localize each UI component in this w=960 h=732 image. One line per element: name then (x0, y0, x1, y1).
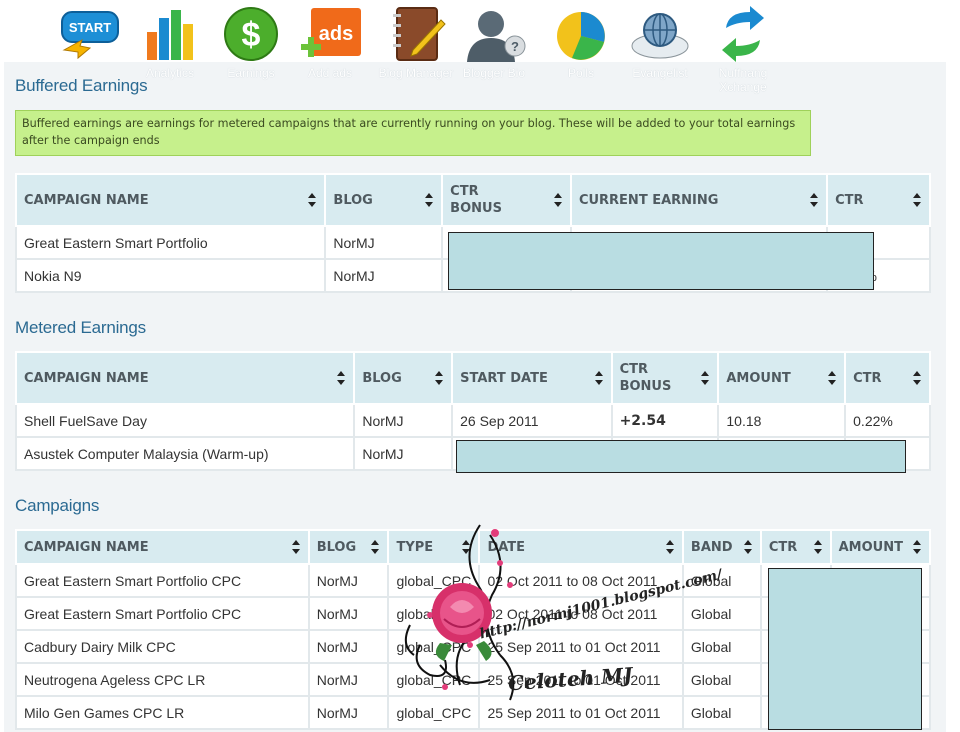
sort-icon[interactable] (810, 193, 819, 207)
nav-label: Blog Manager (378, 66, 454, 80)
nav-nuffnang-xchange[interactable]: Nuffnang Xchange (701, 6, 785, 102)
cell-campaign-name: Neutrogena Ageless CPC LR (15, 662, 310, 697)
cell-blog: NorMJ (307, 629, 390, 664)
col-band[interactable]: BAND (681, 529, 762, 565)
sort-icon[interactable] (291, 540, 300, 554)
col-amount[interactable]: AMOUNT (829, 529, 932, 565)
nav-earnings[interactable]: $ Earnings (209, 6, 293, 102)
sort-icon[interactable] (594, 371, 603, 385)
sort-icon[interactable] (813, 540, 822, 554)
cell-band: Global (681, 629, 762, 664)
col-campaign-name[interactable]: CAMPAIGN NAME (14, 351, 356, 405)
cell-blog: NorMJ (307, 563, 390, 598)
cell-campaign-name: Great Eastern Smart Portfolio (14, 225, 327, 260)
cell-blog: NorMJ (324, 258, 444, 293)
cell-start-date: 26 Sep 2011 (451, 403, 613, 438)
redaction-box (768, 568, 922, 730)
table-row: Shell FuelSave Day NorMJ 26 Sep 2011 +2.… (14, 403, 931, 438)
buffered-info-box: Buffered earnings are earnings for meter… (15, 110, 811, 156)
cell-blog: NorMJ (353, 436, 454, 471)
sort-icon[interactable] (337, 371, 346, 385)
nav-evangelist[interactable]: Evangelist (618, 6, 702, 102)
col-amount[interactable]: AMOUNT (717, 351, 847, 405)
cell-blog: NorMJ (307, 695, 390, 730)
redaction-box (448, 232, 874, 290)
col-ctr[interactable]: CTR (826, 173, 931, 227)
pie-chart-icon (557, 12, 605, 60)
col-blog[interactable]: BLOG (324, 173, 444, 227)
cell-blog: NorMJ (353, 403, 454, 438)
nav-blog-manager[interactable]: Blog Manager (374, 6, 458, 102)
nav-label: Evangelist (632, 66, 688, 80)
cell-campaign-name: Asustek Computer Malaysia (Warm-up) (14, 436, 356, 471)
exchange-arrows-icon (722, 6, 764, 62)
cell-ctr-bonus: +2.54 (610, 403, 720, 438)
col-current-earning[interactable]: CURRENT EARNING (569, 173, 829, 227)
cell-campaign-name: Cadbury Dairy Milk CPC (15, 629, 310, 664)
nav-polls[interactable]: Polls (539, 6, 623, 102)
svg-text:$: $ (242, 16, 261, 54)
notebook-pencil-icon (393, 7, 446, 61)
sort-icon[interactable] (308, 193, 317, 207)
metered-earnings-title: Metered Earnings (15, 318, 146, 337)
start-icon: START (61, 11, 119, 60)
col-ctr[interactable]: CTR (759, 529, 832, 565)
dollar-icon: $ (224, 7, 278, 61)
cell-ctr: 0.22% (844, 403, 931, 438)
sort-icon[interactable] (913, 540, 921, 554)
cell-blog: NorMJ (307, 596, 390, 631)
nav-label: Blogger Bio (462, 66, 526, 80)
cell-campaign-name: Great Eastern Smart Portfolio CPC (15, 596, 310, 631)
sort-icon[interactable] (371, 540, 380, 554)
table-header-row: CAMPAIGN NAME BLOG CTR BONUS CURRENT EAR… (14, 173, 931, 227)
sort-icon[interactable] (553, 193, 562, 207)
user-question-icon: ? (467, 11, 526, 62)
col-blog[interactable]: BLOG (353, 351, 454, 405)
sort-icon[interactable] (425, 193, 434, 207)
cell-campaign-name: Nokia N9 (14, 258, 327, 293)
col-ctr-bonus[interactable]: CTR BONUS (441, 173, 572, 227)
nav-label: Add ads (307, 66, 353, 80)
col-campaign-name[interactable]: CAMPAIGN NAME (14, 173, 327, 227)
table-header-row: CAMPAIGN NAME BLOG START DATE CTR BONUS … (14, 351, 931, 405)
buffered-earnings-title: Buffered Earnings (15, 76, 148, 95)
nav-label: Nuffnang Xchange (718, 66, 768, 94)
sort-icon[interactable] (435, 371, 444, 385)
nav-add-ads[interactable]: ads Add ads (288, 6, 372, 102)
blog-watermark: http://normj1001.blogspot.com/ Celoteh M… (400, 515, 724, 720)
cell-band: Global (681, 662, 762, 697)
cell-blog: NorMJ (324, 225, 444, 260)
cell-band: Global (681, 695, 762, 730)
col-campaign-name[interactable]: CAMPAIGN NAME (15, 529, 310, 565)
svg-text:?: ? (511, 39, 519, 54)
sort-icon[interactable] (828, 371, 837, 385)
globe-cloud-icon (631, 13, 689, 59)
cell-campaign-name: Great Eastern Smart Portfolio CPC (15, 563, 310, 598)
redaction-box (456, 440, 906, 473)
col-ctr[interactable]: CTR (844, 351, 931, 405)
sort-icon[interactable] (701, 371, 710, 385)
nav-blogger-bio[interactable]: ? Blogger Bio (452, 6, 536, 102)
svg-text:START: START (69, 20, 111, 35)
sort-icon[interactable] (913, 371, 921, 385)
col-ctr-bonus[interactable]: CTR BONUS (610, 351, 720, 405)
bar-chart-icon (147, 10, 193, 60)
cell-amount: 10.18 (717, 403, 847, 438)
nav-label: Polls (567, 66, 594, 80)
col-blog[interactable]: BLOG (307, 529, 390, 565)
sort-icon[interactable] (913, 193, 921, 207)
campaigns-title: Campaigns (15, 496, 100, 515)
cell-band: Global (681, 596, 762, 631)
add-ads-icon: ads (301, 8, 361, 57)
svg-text:ads: ads (319, 23, 353, 45)
sort-icon[interactable] (743, 540, 752, 554)
col-start-date[interactable]: START DATE (451, 351, 613, 405)
cell-blog: NorMJ (307, 662, 390, 697)
cell-campaign-name: Shell FuelSave Day (14, 403, 356, 438)
cell-campaign-name: Milo Gen Games CPC LR (15, 695, 310, 730)
nav-label: Earnings (227, 66, 275, 80)
